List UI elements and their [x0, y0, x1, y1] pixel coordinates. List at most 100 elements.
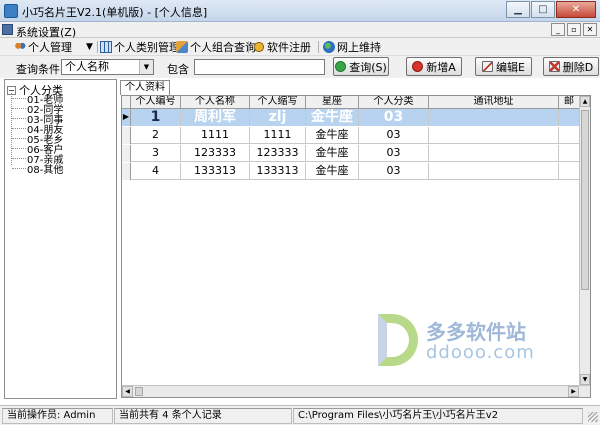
toolbar-separator [97, 41, 98, 53]
delete-button[interactable]: 删除D [543, 57, 599, 76]
cell-postcode [559, 109, 580, 126]
table-row[interactable]: 4 133313 133313 金牛座 03 [122, 163, 580, 180]
table-row[interactable]: ▶ 1 周利军 zlj 金牛座 03 [122, 109, 580, 126]
vertical-scrollbar[interactable]: ▲ ▼ [579, 96, 590, 385]
cell-postcode [559, 145, 580, 162]
cell-name: 133313 [181, 163, 250, 180]
toolbar-personal-management[interactable]: 个人管理 [14, 40, 72, 54]
cell-abbr: 133313 [250, 163, 306, 180]
toolbar-dropdown-arrow[interactable]: ▼ [86, 40, 93, 54]
cell-id: 1 [131, 109, 181, 126]
cell-zodiac: 金牛座 [306, 109, 359, 126]
cell-abbr: 1111 [250, 127, 306, 144]
contains-label: 包含 [167, 63, 189, 76]
column-header[interactable]: 个人分类 [359, 96, 429, 109]
scroll-thumb[interactable] [135, 387, 143, 396]
tree-item-other[interactable]: 08-其他 [12, 161, 63, 176]
cell-category: 03 [359, 145, 429, 162]
column-header[interactable]: 星座 [306, 96, 359, 109]
toolbar: 个人管理 ▼ 个人类别管理 个人组合查询 软件注册 网上维持 [0, 38, 600, 56]
query-condition-label: 查询条件 [16, 63, 60, 76]
edit-button[interactable]: 编辑E [475, 57, 532, 76]
status-record-count: 当前共有 4 条个人记录 [114, 408, 292, 424]
people-icon [14, 41, 26, 53]
column-header[interactable]: 个人名称 [181, 96, 250, 109]
window-controls: ▁ □ ✕ [505, 1, 596, 18]
cell-zodiac: 金牛座 [306, 145, 359, 162]
resize-grip-icon[interactable] [588, 412, 598, 422]
status-bar: 当前操作员: Admin 当前共有 4 条个人记录 C:\Program Fil… [0, 405, 600, 425]
table-row[interactable]: 2 1111 1111 金牛座 03 [122, 127, 580, 144]
search-input[interactable] [194, 59, 325, 75]
row-indicator [122, 145, 131, 162]
toolbar-combined-query[interactable]: 个人组合查询 [176, 40, 256, 54]
edit-icon [482, 61, 494, 72]
app-icon [4, 4, 18, 18]
toolbar-label: 网上维持 [337, 41, 381, 54]
column-header[interactable]: 邮 [559, 96, 580, 109]
query-condition-select[interactable]: 个人名称 ▼ [61, 59, 154, 75]
toolbar-separator [248, 41, 249, 53]
row-indicator [122, 127, 131, 144]
globe-icon [323, 41, 335, 53]
query-bar: 查询条件 个人名称 ▼ 包含 查询(S) 新增A 编辑E 删除D [0, 56, 600, 78]
toolbar-label: 个人类别管理 [114, 41, 180, 54]
query-condition-value: 个人名称 [65, 60, 109, 73]
toolbar-category-management[interactable]: 个人类别管理 [100, 40, 180, 54]
cell-zodiac: 金牛座 [306, 163, 359, 180]
toolbar-separator [318, 41, 319, 53]
add-button[interactable]: 新增A [406, 57, 462, 76]
header-indicator [122, 96, 131, 109]
column-header[interactable]: 个人缩写 [250, 96, 306, 109]
cell-address [429, 109, 559, 126]
tab-personal-info[interactable]: 个人资料 [120, 80, 170, 95]
cell-id: 3 [131, 145, 181, 162]
status-path: C:\Program Files\小巧名片王\小巧名片王v2 [293, 408, 583, 424]
column-header[interactable]: 个人编号 [131, 96, 181, 109]
mdi-controls: _ ▫ ✕ [549, 23, 597, 36]
document-icon [2, 24, 13, 35]
scroll-up-icon[interactable]: ▲ [580, 96, 590, 107]
mdi-restore-icon[interactable]: ▫ [567, 23, 581, 36]
window-title: 小巧名片王V2.1(单机版) - [个人信息] [22, 6, 208, 19]
scroll-left-icon[interactable]: ◀ [122, 386, 133, 397]
minimize-icon[interactable]: ▁ [506, 1, 530, 18]
table-row[interactable]: 3 123333 123333 金牛座 03 [122, 145, 580, 162]
toolbar-separator [172, 41, 173, 53]
cell-abbr: 123333 [250, 145, 306, 162]
delete-icon [548, 61, 560, 72]
scroll-thumb[interactable] [581, 110, 589, 290]
toolbar-label: 个人管理 [28, 41, 72, 54]
scroll-down-icon[interactable]: ▼ [580, 374, 590, 385]
cell-address [429, 145, 559, 162]
chevron-down-icon: ▼ [139, 60, 153, 74]
mdi-minimize-icon[interactable]: _ [551, 23, 565, 36]
menu-bar: 系统设置(Z) _ ▫ ✕ [0, 22, 600, 39]
row-indicator [122, 163, 131, 180]
title-bar: 小巧名片王V2.1(单机版) - [个人信息] ▁ □ ✕ [0, 0, 600, 22]
toolbar-software-register[interactable]: 软件注册 [253, 40, 311, 54]
scroll-right-icon[interactable]: ▶ [568, 386, 579, 397]
watermark-d-icon [378, 314, 418, 366]
combined-search-icon [176, 41, 188, 53]
cell-id: 4 [131, 163, 181, 180]
cell-name: 1111 [181, 127, 250, 144]
grid-header: 个人编号 个人名称 个人缩写 星座 个人分类 通讯地址 邮 [122, 96, 580, 109]
add-icon [412, 61, 424, 72]
cell-name: 周利军 [181, 109, 250, 126]
query-button[interactable]: 查询(S) [333, 57, 389, 76]
toolbar-online-maintenance[interactable]: 网上维持 [323, 40, 381, 54]
horizontal-scrollbar[interactable]: ◀ ▶ [122, 385, 590, 397]
cell-name: 123333 [181, 145, 250, 162]
row-pointer-icon: ▶ [122, 109, 131, 126]
cell-postcode [559, 163, 580, 180]
toolbar-label: 软件注册 [267, 41, 311, 54]
cell-id: 2 [131, 127, 181, 144]
close-icon[interactable]: ✕ [556, 1, 596, 18]
column-header[interactable]: 通讯地址 [429, 96, 559, 109]
register-key-icon [253, 41, 265, 53]
cell-category: 03 [359, 163, 429, 180]
cell-address [429, 127, 559, 144]
maximize-icon[interactable]: □ [531, 1, 555, 18]
mdi-close-icon[interactable]: ✕ [583, 23, 597, 36]
